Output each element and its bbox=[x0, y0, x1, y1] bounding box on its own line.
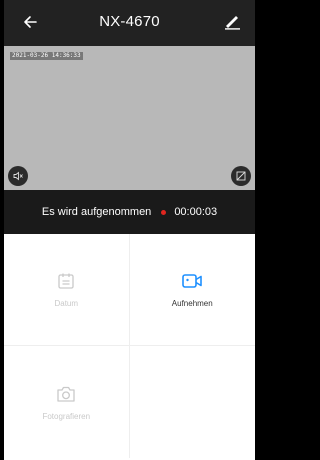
record-label: Aufnehmen bbox=[171, 299, 213, 308]
fullscreen-icon bbox=[236, 171, 246, 181]
photo-button[interactable]: Fotografieren bbox=[4, 346, 130, 458]
camera-icon bbox=[57, 386, 75, 402]
app-screen: NX-4670 2021-03-26 14:36:33 Es wird aufg… bbox=[4, 0, 255, 460]
video-timestamp-overlay: 2021-03-26 14:36:33 bbox=[10, 52, 83, 60]
recording-status-bar: Es wird aufgenommen 00:00:03 bbox=[4, 190, 255, 234]
recording-timer: 00:00:03 bbox=[174, 206, 218, 218]
date-button[interactable]: Datum bbox=[4, 234, 130, 346]
page-title: NX-4670 bbox=[99, 13, 160, 30]
recording-status-text: Es wird aufgenommen bbox=[41, 206, 152, 218]
empty-cell bbox=[130, 346, 256, 458]
action-grid: Datum Aufnehmen Fotografieren bbox=[4, 234, 255, 460]
recording-dot-icon bbox=[161, 209, 167, 215]
video-preview[interactable]: 2021-03-26 14:36:33 bbox=[4, 46, 255, 190]
record-button[interactable]: Aufnehmen bbox=[129, 234, 255, 346]
fullscreen-button[interactable] bbox=[231, 166, 251, 186]
date-label: Datum bbox=[54, 299, 79, 308]
edit-pencil-icon[interactable] bbox=[223, 12, 241, 30]
speaker-mute-icon bbox=[13, 171, 23, 181]
mute-button[interactable] bbox=[8, 166, 28, 186]
video-camera-icon bbox=[182, 274, 203, 288]
photo-label: Fotografieren bbox=[42, 411, 91, 421]
calendar-icon bbox=[58, 273, 74, 289]
top-bar: NX-4670 bbox=[4, 0, 255, 46]
